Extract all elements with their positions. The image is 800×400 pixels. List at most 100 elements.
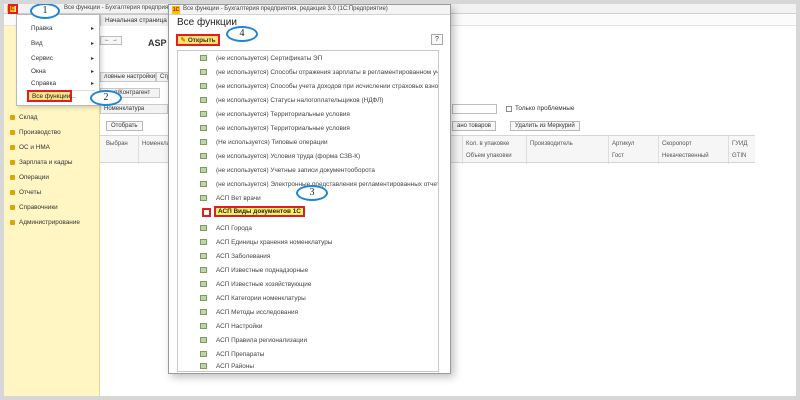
col-gtin[interactable]: GTIN [732, 153, 746, 159]
col-pack-volume[interactable]: Объем упаковки [466, 153, 512, 159]
catalog-icon [200, 83, 207, 89]
list-item[interactable]: (не используется) Учетные записи докумен… [216, 165, 375, 176]
col-selected[interactable]: Выбран [106, 141, 128, 147]
col-divider [462, 136, 463, 164]
list-item[interactable]: АСП Известные поднадзорные [216, 265, 308, 276]
list-item[interactable]: (не используется) Сертификаты ЭП [216, 53, 322, 64]
catalog-icon [200, 239, 207, 245]
list-item[interactable]: (не используется) Способы учета доходов … [216, 81, 438, 92]
filter-input[interactable] [452, 104, 497, 114]
catalog-icon [200, 167, 207, 173]
col-gost[interactable]: Гост [612, 153, 624, 159]
list-item[interactable]: АСП Единицы хранения номенклатуры [216, 237, 332, 248]
problem-only-label: Только проблемные [515, 105, 575, 112]
menu-item-help[interactable]: Справка [31, 80, 56, 87]
goods-button[interactable]: ано товаров [452, 121, 496, 131]
list-item[interactable]: АСП Заболевания [216, 251, 270, 262]
dialog-app-icon: 1С [172, 6, 180, 14]
catalog-icon [200, 323, 207, 329]
list-item[interactable]: АСП Известные хозяйствующие [216, 279, 311, 290]
sidebar-item-reports[interactable]: Отчеты [10, 189, 41, 196]
list-item[interactable]: АСП Города [216, 223, 252, 234]
filter-button[interactable]: Отобрать [106, 121, 143, 131]
col-perishable[interactable]: Скоропорт [662, 141, 692, 147]
nav-back-forward-buttons[interactable]: ← → [100, 36, 122, 45]
catalog-icon [200, 225, 207, 231]
menu-item-windows[interactable]: Окна [31, 68, 46, 75]
list-item-selected[interactable]: АСП Виды документов 1С [214, 206, 305, 217]
col-divider [526, 136, 527, 164]
col-manufacturer[interactable]: Производитель [530, 141, 573, 147]
catalog-icon [200, 195, 207, 201]
submenu-arrow-icon: ▸ [90, 69, 94, 75]
list-item[interactable]: (не используется) Электронные представле… [216, 179, 438, 190]
list-item[interactable]: АСП Вет врачи [216, 193, 261, 204]
sidebar-item-admin[interactable]: Администрирование [10, 219, 80, 226]
col-qty-pack[interactable]: Кол. в упаковке [466, 141, 509, 147]
col-article[interactable]: Артикул [612, 141, 634, 147]
reports-icon [10, 190, 15, 195]
sidebar-item-warehouse[interactable]: Склад [10, 114, 38, 121]
menu-item-all-functions[interactable]: Все функции... [27, 90, 76, 102]
step-marker-4: 4 [226, 26, 258, 42]
catalog-icon [200, 153, 207, 159]
directories-icon [10, 205, 15, 210]
catalog-icon [200, 111, 207, 117]
assets-icon [10, 145, 15, 150]
list-item[interactable]: АСП Настройки [216, 321, 262, 332]
admin-icon [10, 220, 15, 225]
submenu-arrow-icon: ▸ [90, 56, 94, 62]
page-title: ASP [148, 38, 167, 48]
list-item[interactable]: АСП Методы исследования [216, 307, 298, 318]
step-marker-3: 3 [296, 185, 328, 201]
catalog-icon [200, 281, 207, 287]
warehouse-icon [10, 115, 15, 120]
catalog-icon [200, 363, 207, 369]
list-item[interactable]: (не используется) Условия труда (форма С… [216, 151, 360, 162]
delete-mercury-button[interactable]: Удалить из Меркурий [510, 121, 580, 131]
col-divider [138, 136, 139, 164]
catalog-icon [200, 181, 207, 187]
problem-only-checkbox[interactable] [506, 106, 512, 112]
col-guid[interactable]: ГУИД [732, 141, 747, 147]
tab-start-page[interactable]: Начальная страница [100, 14, 172, 26]
list-item[interactable]: АСП Районы [216, 361, 254, 371]
list-item[interactable]: АСП Категории номенклатуры [216, 293, 306, 304]
catalog-icon [200, 139, 207, 145]
menu-button-highlight[interactable] [8, 4, 18, 14]
menu-item-view[interactable]: Вид [31, 40, 43, 47]
sidebar-item-payroll[interactable]: Зарплата и кадры [10, 159, 72, 166]
menu-item-edit[interactable]: Правка [31, 25, 53, 32]
open-icon: ✎ [180, 37, 186, 44]
list-item[interactable]: АСП Препараты [216, 349, 264, 360]
help-button[interactable]: ? [431, 34, 443, 45]
dialog-title: Все функции - Бухгалтерия предприятия, р… [183, 6, 388, 12]
catalog-icon [200, 69, 207, 75]
sidebar-item-operations[interactable]: Операции [10, 174, 49, 181]
list-item[interactable]: (не используется) Территориальные услови… [216, 109, 350, 120]
submenu-arrow-icon: ▸ [90, 26, 94, 32]
catalog-icon [200, 295, 207, 301]
open-button-label: Открыть [187, 36, 216, 44]
catalog-icon [200, 125, 207, 131]
submenu-arrow-icon: ▸ [90, 81, 94, 87]
list-item[interactable]: АСП Правила регионализации [216, 335, 307, 346]
bg-tab-settings[interactable]: ловные настройки [100, 72, 156, 82]
operations-icon [10, 175, 15, 180]
sidebar-item-directories[interactable]: Справочники [10, 204, 58, 211]
list-item[interactable]: (не используется) Статусы налогоплательщ… [216, 95, 383, 106]
col-divider [608, 136, 609, 164]
catalog-icon [200, 351, 207, 357]
functions-list[interactable]: (не используется) Сертификаты ЭП (не исп… [177, 50, 439, 372]
sidebar-item-production[interactable]: Производство [10, 129, 61, 136]
production-icon [10, 130, 15, 135]
menu-item-service[interactable]: Сервис [31, 55, 53, 62]
open-button[interactable]: ✎ Открыть [176, 34, 220, 46]
list-item[interactable]: (Не используется) Типовые операции [216, 137, 328, 148]
col-defective[interactable]: Некачественный [662, 153, 709, 159]
list-item[interactable]: (не используется) Территориальные услови… [216, 123, 350, 134]
sidebar-item-assets[interactable]: ОС и НМА [10, 144, 50, 151]
tab-start-page-label: Начальная страница [105, 17, 167, 24]
catalog-icon [200, 97, 207, 103]
list-item[interactable]: (не используется) Способы отражения зарп… [216, 67, 438, 78]
